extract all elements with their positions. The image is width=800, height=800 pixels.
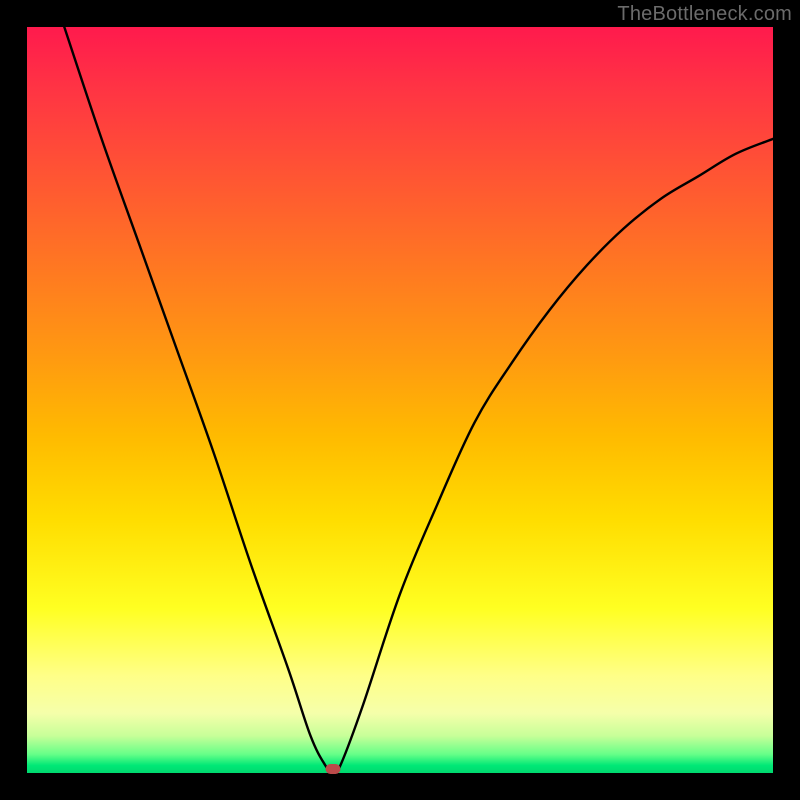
chart-frame: TheBottleneck.com: [0, 0, 800, 800]
bottleneck-curve: [27, 27, 773, 773]
plot-area: [27, 27, 773, 773]
optimal-point-marker: [325, 764, 340, 774]
watermark-text: TheBottleneck.com: [617, 3, 792, 26]
